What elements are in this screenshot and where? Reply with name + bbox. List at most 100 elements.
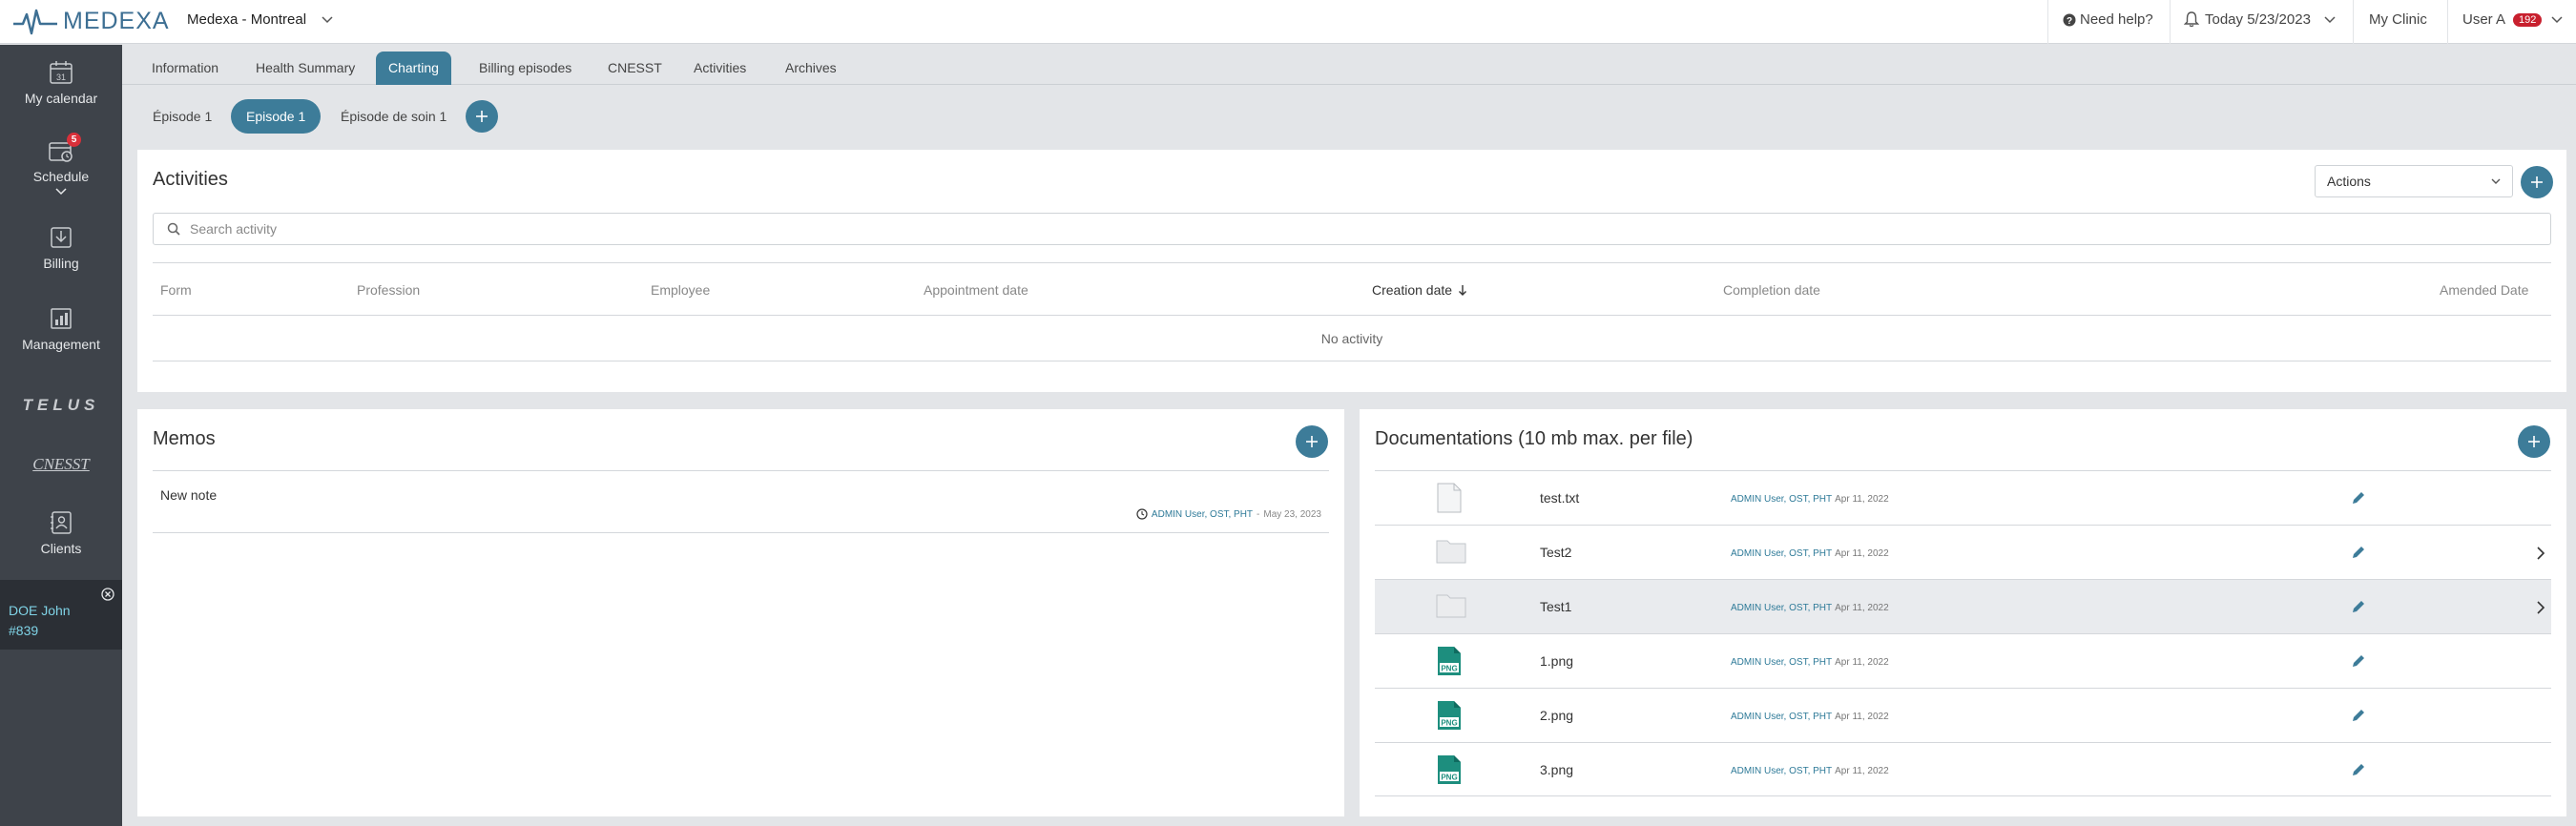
tab-cnesst[interactable]: CNESST [595, 52, 675, 85]
document-date: Apr 11, 2022 [1835, 657, 1889, 668]
sidebar-item-schedule[interactable]: 5 Schedule [0, 133, 122, 196]
column-form[interactable]: Form [160, 282, 192, 298]
clinic-name: Medexa - Montreal [187, 11, 307, 28]
column-profession[interactable]: Profession [357, 282, 420, 298]
episode-tab-2[interactable]: Episode 1 [231, 99, 322, 134]
sidebar-item-clients[interactable]: Clients [0, 510, 122, 556]
search-icon [167, 222, 180, 236]
document-row[interactable]: Test2 ADMIN User, OST, PHT Apr 11, 2022 [1375, 525, 2551, 579]
pencil-icon[interactable] [2351, 708, 2366, 723]
help-label: Need help? [2080, 11, 2153, 28]
chevron-right-icon[interactable] [2536, 601, 2545, 614]
episode-tab-3[interactable]: Épisode de soin 1 [325, 99, 462, 134]
memos-panel: Memos New note ADMIN User, OST, PHT - Ma… [137, 409, 1344, 816]
notifications-today[interactable]: Today 5/23/2023 [2184, 11, 2336, 28]
clinic-selector[interactable]: Medexa - Montreal [187, 11, 333, 28]
document-row[interactable]: PNG 1.png ADMIN User, OST, PHT Apr 11, 20… [1375, 633, 2551, 688]
tab-billing-episodes[interactable]: Billing episodes [467, 52, 584, 85]
document-author[interactable]: ADMIN User, OST, PHT [1731, 766, 1832, 776]
document-row[interactable]: PNG 2.png ADMIN User, OST, PHT Apr 11, 20… [1375, 688, 2551, 742]
document-name[interactable]: Test2 [1540, 545, 1571, 560]
chevron-right-icon[interactable] [2536, 547, 2545, 560]
folder-icon [1436, 594, 1466, 618]
my-clinic-label: My Clinic [2369, 11, 2427, 28]
current-patient-card[interactable]: DOE John #839 [0, 580, 122, 650]
document-date: Apr 11, 2022 [1835, 494, 1889, 505]
sidebar-item-label: Clients [40, 541, 82, 556]
clock-icon [1136, 508, 1148, 520]
png-label: PNG [1441, 774, 1457, 782]
column-amended-date[interactable]: Amended Date [2440, 282, 2528, 298]
document-name[interactable]: 1.png [1540, 653, 1573, 669]
add-activity-button[interactable] [2521, 166, 2553, 198]
plus-icon [476, 111, 488, 122]
document-meta: ADMIN User, OST, PHT Apr 11, 2022 [1731, 548, 1889, 559]
tab-information[interactable]: Information [139, 52, 231, 85]
my-clinic-link[interactable]: My Clinic [2369, 11, 2427, 28]
png-file-icon: PNG [1438, 647, 1461, 675]
document-name[interactable]: 3.png [1540, 762, 1573, 777]
document-name[interactable]: Test1 [1540, 599, 1571, 614]
svg-text:?: ? [2067, 16, 2072, 27]
add-episode-button[interactable] [466, 100, 498, 133]
add-document-button[interactable] [2518, 425, 2550, 458]
episode-tab-1[interactable]: Épisode 1 [137, 99, 227, 134]
user-menu[interactable]: User A 192 [2462, 11, 2563, 28]
tab-charting[interactable]: Charting [376, 52, 451, 85]
chevron-down-icon [2491, 178, 2501, 184]
search-activity-input[interactable]: Search activity [153, 213, 2551, 245]
actions-dropdown[interactable]: Actions [2315, 165, 2513, 197]
user-notification-badge: 192 [2513, 12, 2543, 27]
calendar-icon-day: 31 [56, 72, 66, 82]
column-completion-date[interactable]: Completion date [1723, 282, 1820, 298]
chevron-down-icon [2324, 15, 2336, 23]
memo-author[interactable]: ADMIN User, OST, PHT [1152, 509, 1253, 520]
memo-item[interactable]: New note ADMIN User, OST, PHT - May 23, … [153, 470, 1329, 533]
pencil-icon[interactable] [2351, 490, 2366, 506]
document-meta: ADMIN User, OST, PHT Apr 11, 2022 [1731, 712, 1889, 722]
add-memo-button[interactable] [1296, 425, 1328, 458]
column-employee[interactable]: Employee [651, 282, 710, 298]
document-meta: ADMIN User, OST, PHT Apr 11, 2022 [1731, 603, 1889, 613]
document-row[interactable]: Test1 ADMIN User, OST, PHT Apr 11, 2022 [1375, 579, 2551, 633]
medexa-logo[interactable]: MEDEXA [11, 8, 170, 35]
close-circle-icon[interactable] [101, 588, 114, 601]
column-label: Creation date [1372, 282, 1453, 298]
telus-partner-logo[interactable]: TELUS [0, 396, 122, 415]
png-file-icon: PNG [1438, 701, 1461, 730]
document-author[interactable]: ADMIN User, OST, PHT [1731, 548, 1832, 559]
memo-meta: ADMIN User, OST, PHT - May 23, 2023 [1136, 508, 1321, 520]
tab-health-summary[interactable]: Health Summary [243, 52, 367, 85]
sort-arrow-down-icon [1459, 285, 1467, 296]
empty-activities-message: No activity [153, 316, 2551, 361]
document-author[interactable]: ADMIN User, OST, PHT [1731, 712, 1832, 722]
document-author[interactable]: ADMIN User, OST, PHT [1731, 657, 1832, 668]
png-file-icon: PNG [1438, 755, 1461, 784]
column-creation-date[interactable]: Creation date [1372, 282, 1467, 298]
pencil-icon[interactable] [2351, 545, 2366, 560]
pencil-icon[interactable] [2351, 762, 2366, 777]
sidebar-item-label: Schedule [32, 169, 90, 184]
document-name[interactable]: test.txt [1540, 490, 1579, 506]
sidebar-item-my-calendar[interactable]: 31 My calendar [0, 60, 122, 106]
tab-archives[interactable]: Archives [773, 52, 849, 85]
document-meta: ADMIN User, OST, PHT Apr 11, 2022 [1731, 657, 1889, 668]
document-name[interactable]: 2.png [1540, 708, 1573, 723]
sidebar-item-label: Management [22, 337, 100, 352]
document-author[interactable]: ADMIN User, OST, PHT [1731, 494, 1832, 505]
help-link[interactable]: ? Need help? [2063, 11, 2153, 28]
document-row[interactable]: PNG 3.png ADMIN User, OST, PHT Apr 11, 20… [1375, 742, 2551, 796]
activities-title: Activities [153, 169, 228, 190]
column-appointment-date[interactable]: Appointment date [924, 282, 1028, 298]
tab-activities[interactable]: Activities [681, 52, 758, 85]
pencil-icon[interactable] [2351, 599, 2366, 614]
pencil-icon[interactable] [2351, 653, 2366, 669]
document-author[interactable]: ADMIN User, OST, PHT [1731, 603, 1832, 613]
memo-text: New note [160, 487, 218, 503]
chevron-down-icon[interactable] [55, 188, 67, 196]
sidebar-item-management[interactable]: Management [0, 306, 122, 352]
cnesst-partner-logo[interactable]: CNESST [0, 455, 122, 474]
document-meta: ADMIN User, OST, PHT Apr 11, 2022 [1731, 766, 1889, 776]
sidebar-item-billing[interactable]: Billing [0, 225, 122, 271]
document-row[interactable]: test.txt ADMIN User, OST, PHT Apr 11, 202… [1375, 470, 2551, 525]
